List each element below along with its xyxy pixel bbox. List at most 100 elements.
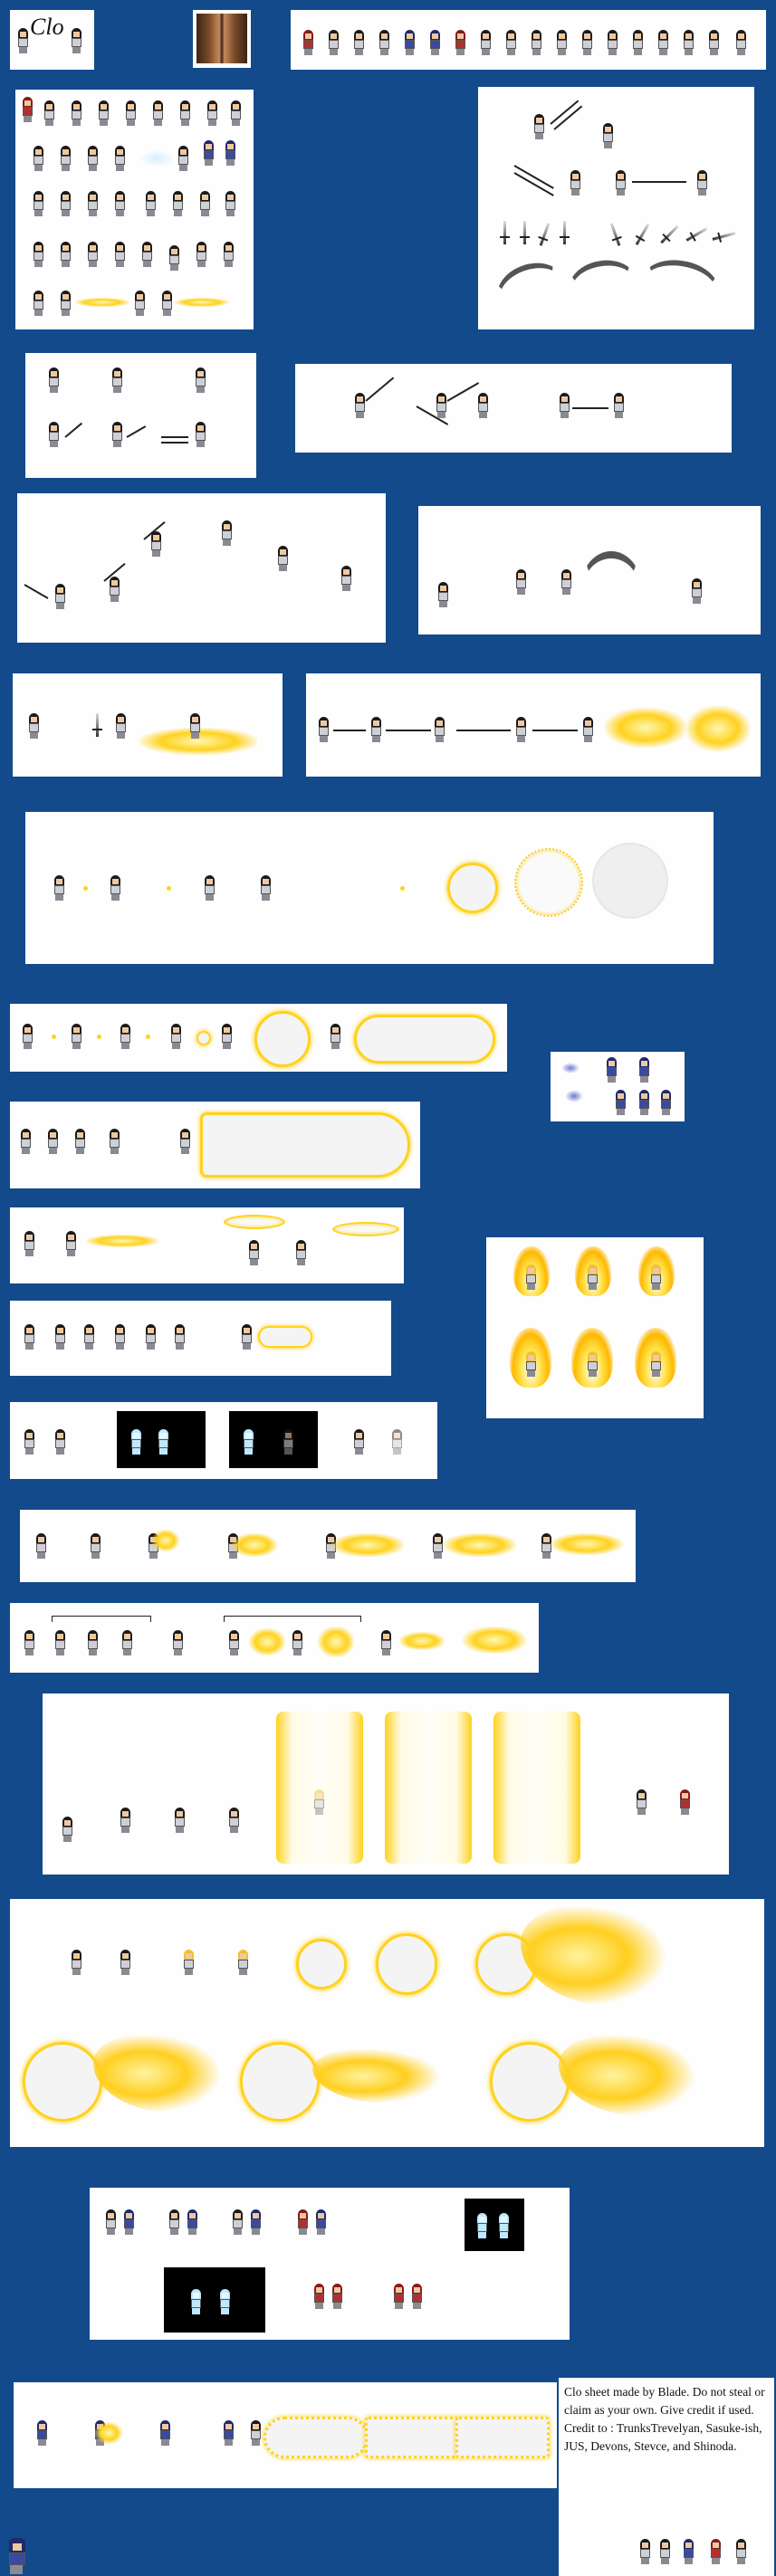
character-sprite bbox=[379, 1630, 393, 1655]
sword-icon bbox=[635, 223, 650, 246]
energy-orb bbox=[490, 2042, 570, 2122]
character-sprite bbox=[436, 582, 450, 607]
fireball bbox=[463, 1627, 526, 1654]
character-sprite bbox=[27, 713, 41, 739]
sword-icon bbox=[685, 227, 708, 242]
slash-arc bbox=[489, 253, 572, 326]
character-sprite bbox=[86, 1630, 100, 1655]
mascot-sprite bbox=[0, 2525, 36, 2576]
sword-combo-panel bbox=[295, 364, 732, 453]
character-sprite bbox=[59, 191, 72, 216]
sword-slash bbox=[126, 425, 147, 438]
lightning-effect bbox=[444, 1533, 516, 1557]
character-sprite bbox=[314, 2209, 328, 2235]
character-sprite bbox=[19, 1129, 33, 1154]
character-sprite bbox=[276, 546, 290, 571]
character-sprite bbox=[605, 1057, 618, 1083]
energy-beam bbox=[258, 1326, 312, 1348]
character-sprite bbox=[82, 1324, 96, 1350]
character-sprite bbox=[220, 520, 234, 546]
slash-arc bbox=[581, 551, 641, 622]
energy-spark bbox=[167, 886, 171, 891]
character-sprite bbox=[53, 584, 67, 609]
credits-text: Clo sheet made by Blade. Do not steal or… bbox=[564, 2383, 771, 2456]
sword-icon bbox=[539, 223, 551, 246]
character-sprite bbox=[259, 875, 273, 901]
character-sprite bbox=[178, 100, 192, 126]
character-sprite bbox=[7, 2538, 29, 2574]
sword-slash bbox=[365, 377, 395, 402]
energy-beam bbox=[365, 2417, 459, 2458]
character-sprite bbox=[220, 1024, 234, 1049]
character-sprite bbox=[601, 123, 615, 148]
character-sprite bbox=[247, 1240, 261, 1265]
frame-group-bracket bbox=[224, 1616, 361, 1622]
character-sprite bbox=[89, 1533, 102, 1559]
energy-beam bbox=[200, 1112, 410, 1178]
transform-panel bbox=[10, 1402, 437, 1479]
character-sprite bbox=[294, 1240, 308, 1265]
character-sprite bbox=[695, 170, 709, 196]
sword-slash bbox=[456, 730, 511, 731]
sword-slash bbox=[632, 181, 686, 183]
fireball-panel bbox=[10, 1603, 539, 1673]
character-sprite bbox=[113, 191, 127, 216]
character-sprite bbox=[144, 1324, 158, 1350]
character-sprite bbox=[312, 1789, 326, 1815]
character-sprite bbox=[378, 30, 391, 55]
slash-arc bbox=[564, 254, 642, 318]
character-sprite bbox=[133, 291, 147, 316]
sword-icon bbox=[660, 224, 679, 244]
character-sprite bbox=[242, 1429, 255, 1455]
sword-icon bbox=[520, 221, 530, 244]
dark-frame bbox=[117, 1411, 206, 1468]
character-sprite bbox=[327, 30, 340, 55]
character-name: Clo bbox=[30, 14, 64, 40]
character-sprite bbox=[352, 1429, 366, 1455]
character-sprite bbox=[329, 1024, 342, 1049]
character-sprite bbox=[403, 30, 417, 55]
character-sprite bbox=[638, 2539, 652, 2564]
energy-disc bbox=[224, 1215, 285, 1229]
character-sprite bbox=[658, 2539, 672, 2564]
character-sprite bbox=[291, 1630, 304, 1655]
golden-aura-panel bbox=[486, 1237, 704, 1418]
final-attack-panel bbox=[14, 2382, 557, 2488]
character-sprite bbox=[331, 2284, 344, 2309]
sword-slash bbox=[572, 407, 608, 409]
character-sprite bbox=[586, 1351, 599, 1377]
short-beam-panel bbox=[10, 1301, 391, 1376]
character-sprite bbox=[178, 1129, 192, 1154]
character-sprite bbox=[129, 1429, 143, 1455]
character-sprite bbox=[249, 2209, 263, 2235]
character-sprite bbox=[569, 170, 582, 196]
character-sprite bbox=[678, 1789, 692, 1815]
character-sprite bbox=[195, 242, 208, 267]
character-sprite bbox=[188, 713, 202, 739]
character-sprite bbox=[171, 1630, 185, 1655]
sword-slash bbox=[386, 730, 431, 731]
character-sprite bbox=[70, 28, 83, 53]
energy-beam bbox=[354, 1015, 495, 1064]
character-sprite bbox=[70, 1950, 83, 1975]
lightning-effect bbox=[232, 1533, 277, 1557]
character-sprite bbox=[53, 875, 66, 901]
energy-spark bbox=[146, 1035, 150, 1039]
title-panel: Clo bbox=[10, 10, 94, 70]
character-sprite bbox=[173, 1808, 187, 1833]
character-sprite bbox=[682, 30, 695, 55]
sword-slash bbox=[446, 382, 480, 402]
slash-arc-panel bbox=[418, 506, 761, 634]
lightning-effect bbox=[152, 1530, 179, 1551]
character-sprite bbox=[224, 191, 237, 216]
summon-panel bbox=[551, 1052, 685, 1121]
character-sprite bbox=[109, 875, 122, 901]
sword-icon bbox=[500, 221, 510, 244]
character-sprite bbox=[475, 2213, 489, 2238]
character-sprite bbox=[524, 1351, 538, 1377]
character-sprite bbox=[353, 393, 367, 418]
light-pillar bbox=[493, 1712, 580, 1864]
character-sprite bbox=[614, 170, 628, 196]
character-sprite bbox=[157, 1429, 170, 1455]
character-sprite bbox=[108, 577, 121, 602]
